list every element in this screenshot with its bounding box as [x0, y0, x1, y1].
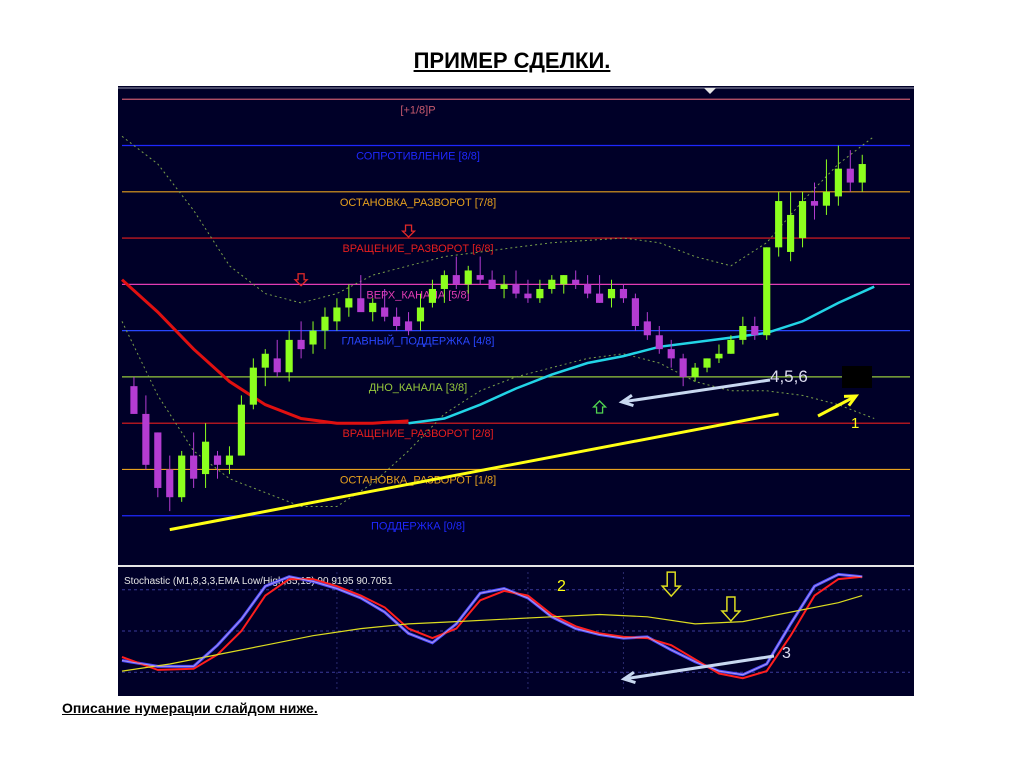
candle-body — [201, 441, 210, 475]
candle-body — [440, 275, 448, 289]
candle-body — [237, 404, 245, 456]
annotation-label-3: 3 — [782, 645, 791, 662]
candle-body — [190, 455, 198, 479]
candle-body — [787, 214, 795, 252]
candle-body — [178, 455, 186, 498]
candle-body — [309, 330, 317, 345]
candle-body — [381, 307, 389, 317]
candle-body — [739, 326, 747, 340]
candle-body — [595, 293, 604, 303]
footer-note: Описание нумерации слайдом ниже. — [62, 700, 318, 716]
candle-body — [488, 279, 496, 289]
candle-body — [560, 275, 568, 285]
stochastic-down-arrow-icon — [660, 571, 682, 598]
candle-body — [130, 386, 138, 414]
level-label: [+1/8]P — [400, 104, 435, 116]
candle-body — [225, 455, 234, 465]
chart-canvas: [+1/8]P СОПРОТИВЛЕНИЕ [8/8] ОСТАНОВКА_РАЗВ… — [118, 87, 914, 690]
candle-body — [536, 288, 544, 299]
candle-body — [834, 168, 842, 197]
candle-body — [333, 307, 341, 322]
candle-body — [858, 164, 866, 183]
channel-upper-line — [121, 135, 875, 304]
candle-body — [166, 469, 174, 498]
stochastic-title: Stochastic (M1,8,3,3,EMA Low/High,85,15)… — [124, 576, 393, 587]
candle-body — [584, 284, 592, 294]
candle-body — [715, 353, 723, 359]
scroll-marker — [704, 88, 716, 94]
candle-body — [619, 288, 628, 299]
candle-body — [476, 275, 484, 280]
candle-body — [524, 293, 532, 299]
candle-body — [345, 298, 353, 308]
candle-body — [357, 298, 365, 313]
fast-moving-average-line — [408, 285, 875, 425]
candle-body — [691, 367, 699, 377]
sell-signal-arrow-icon — [400, 224, 417, 239]
candle-body — [810, 201, 819, 206]
candle-body — [703, 358, 711, 368]
candle-body — [297, 339, 305, 350]
candle-body — [798, 201, 807, 239]
candle-body — [321, 316, 329, 331]
candle-body — [416, 307, 425, 322]
candle-body — [393, 316, 401, 326]
candle-body — [655, 335, 663, 350]
level-label: ПОДДЕРЖКА [0/8] — [371, 521, 465, 533]
candle-body — [822, 191, 831, 206]
candle-body — [142, 413, 150, 465]
slide-title: ПРИМЕР СДЕЛКИ. — [413, 48, 611, 73]
candle-body — [763, 247, 771, 336]
candle-body — [464, 270, 472, 285]
candle-body — [500, 284, 508, 289]
annotation-label-456: 4,5,6 — [770, 367, 808, 386]
candle-body — [775, 201, 783, 248]
candle-body — [631, 298, 639, 326]
level-label: ВРАЩЕНИЕ_РАЗВОРОТ [2/8] — [342, 428, 493, 440]
candle-body — [154, 432, 162, 488]
candle-body — [643, 321, 651, 336]
channel-lower-line — [121, 321, 875, 507]
level-label: ГЛАВНЫЙ_ПОДДЕРЖКА [4/8] — [342, 335, 495, 348]
candle-body — [572, 279, 580, 285]
candle-body — [285, 339, 293, 373]
level-label: ОСТАНОВКА_РАЗВОРОТ [1/8] — [340, 474, 496, 486]
candle-body — [249, 367, 257, 405]
candle-body — [548, 279, 556, 289]
trading-chart: [+1/8]P СОПРОТИВЛЕНИЕ [8/8] ОСТАНОВКА_РАЗВ… — [118, 86, 914, 696]
annotation-label-2: 2 — [557, 578, 566, 595]
candle-body — [404, 321, 413, 331]
redaction-box — [842, 366, 872, 388]
candle-body — [428, 288, 437, 303]
candle-body — [273, 358, 281, 373]
level-label: ОСТАНОВКА_РАЗВОРОТ [7/8] — [340, 197, 496, 209]
annotation-label-1: 1 — [851, 415, 859, 432]
candle-body — [512, 284, 520, 294]
level-label: ВЕРХ_КАНАЛА [5/8] — [366, 289, 469, 301]
candle-body — [261, 353, 269, 368]
level-label: ДНО_КАНАЛА [3/8] — [369, 382, 467, 394]
stochastic-down-arrow-icon — [720, 596, 742, 623]
candle-body — [727, 339, 735, 354]
level-label: СОПРОТИВЛЕНИЕ [8/8] — [356, 151, 480, 163]
candle-body — [607, 288, 616, 299]
candle-body — [667, 349, 675, 359]
candle-body — [679, 358, 687, 377]
candle-body — [452, 275, 460, 285]
candle-body — [846, 168, 854, 183]
candle-body — [751, 326, 759, 336]
buy-signal-arrow-icon — [592, 400, 608, 414]
candle-body — [213, 455, 222, 465]
candle-body — [369, 302, 377, 313]
